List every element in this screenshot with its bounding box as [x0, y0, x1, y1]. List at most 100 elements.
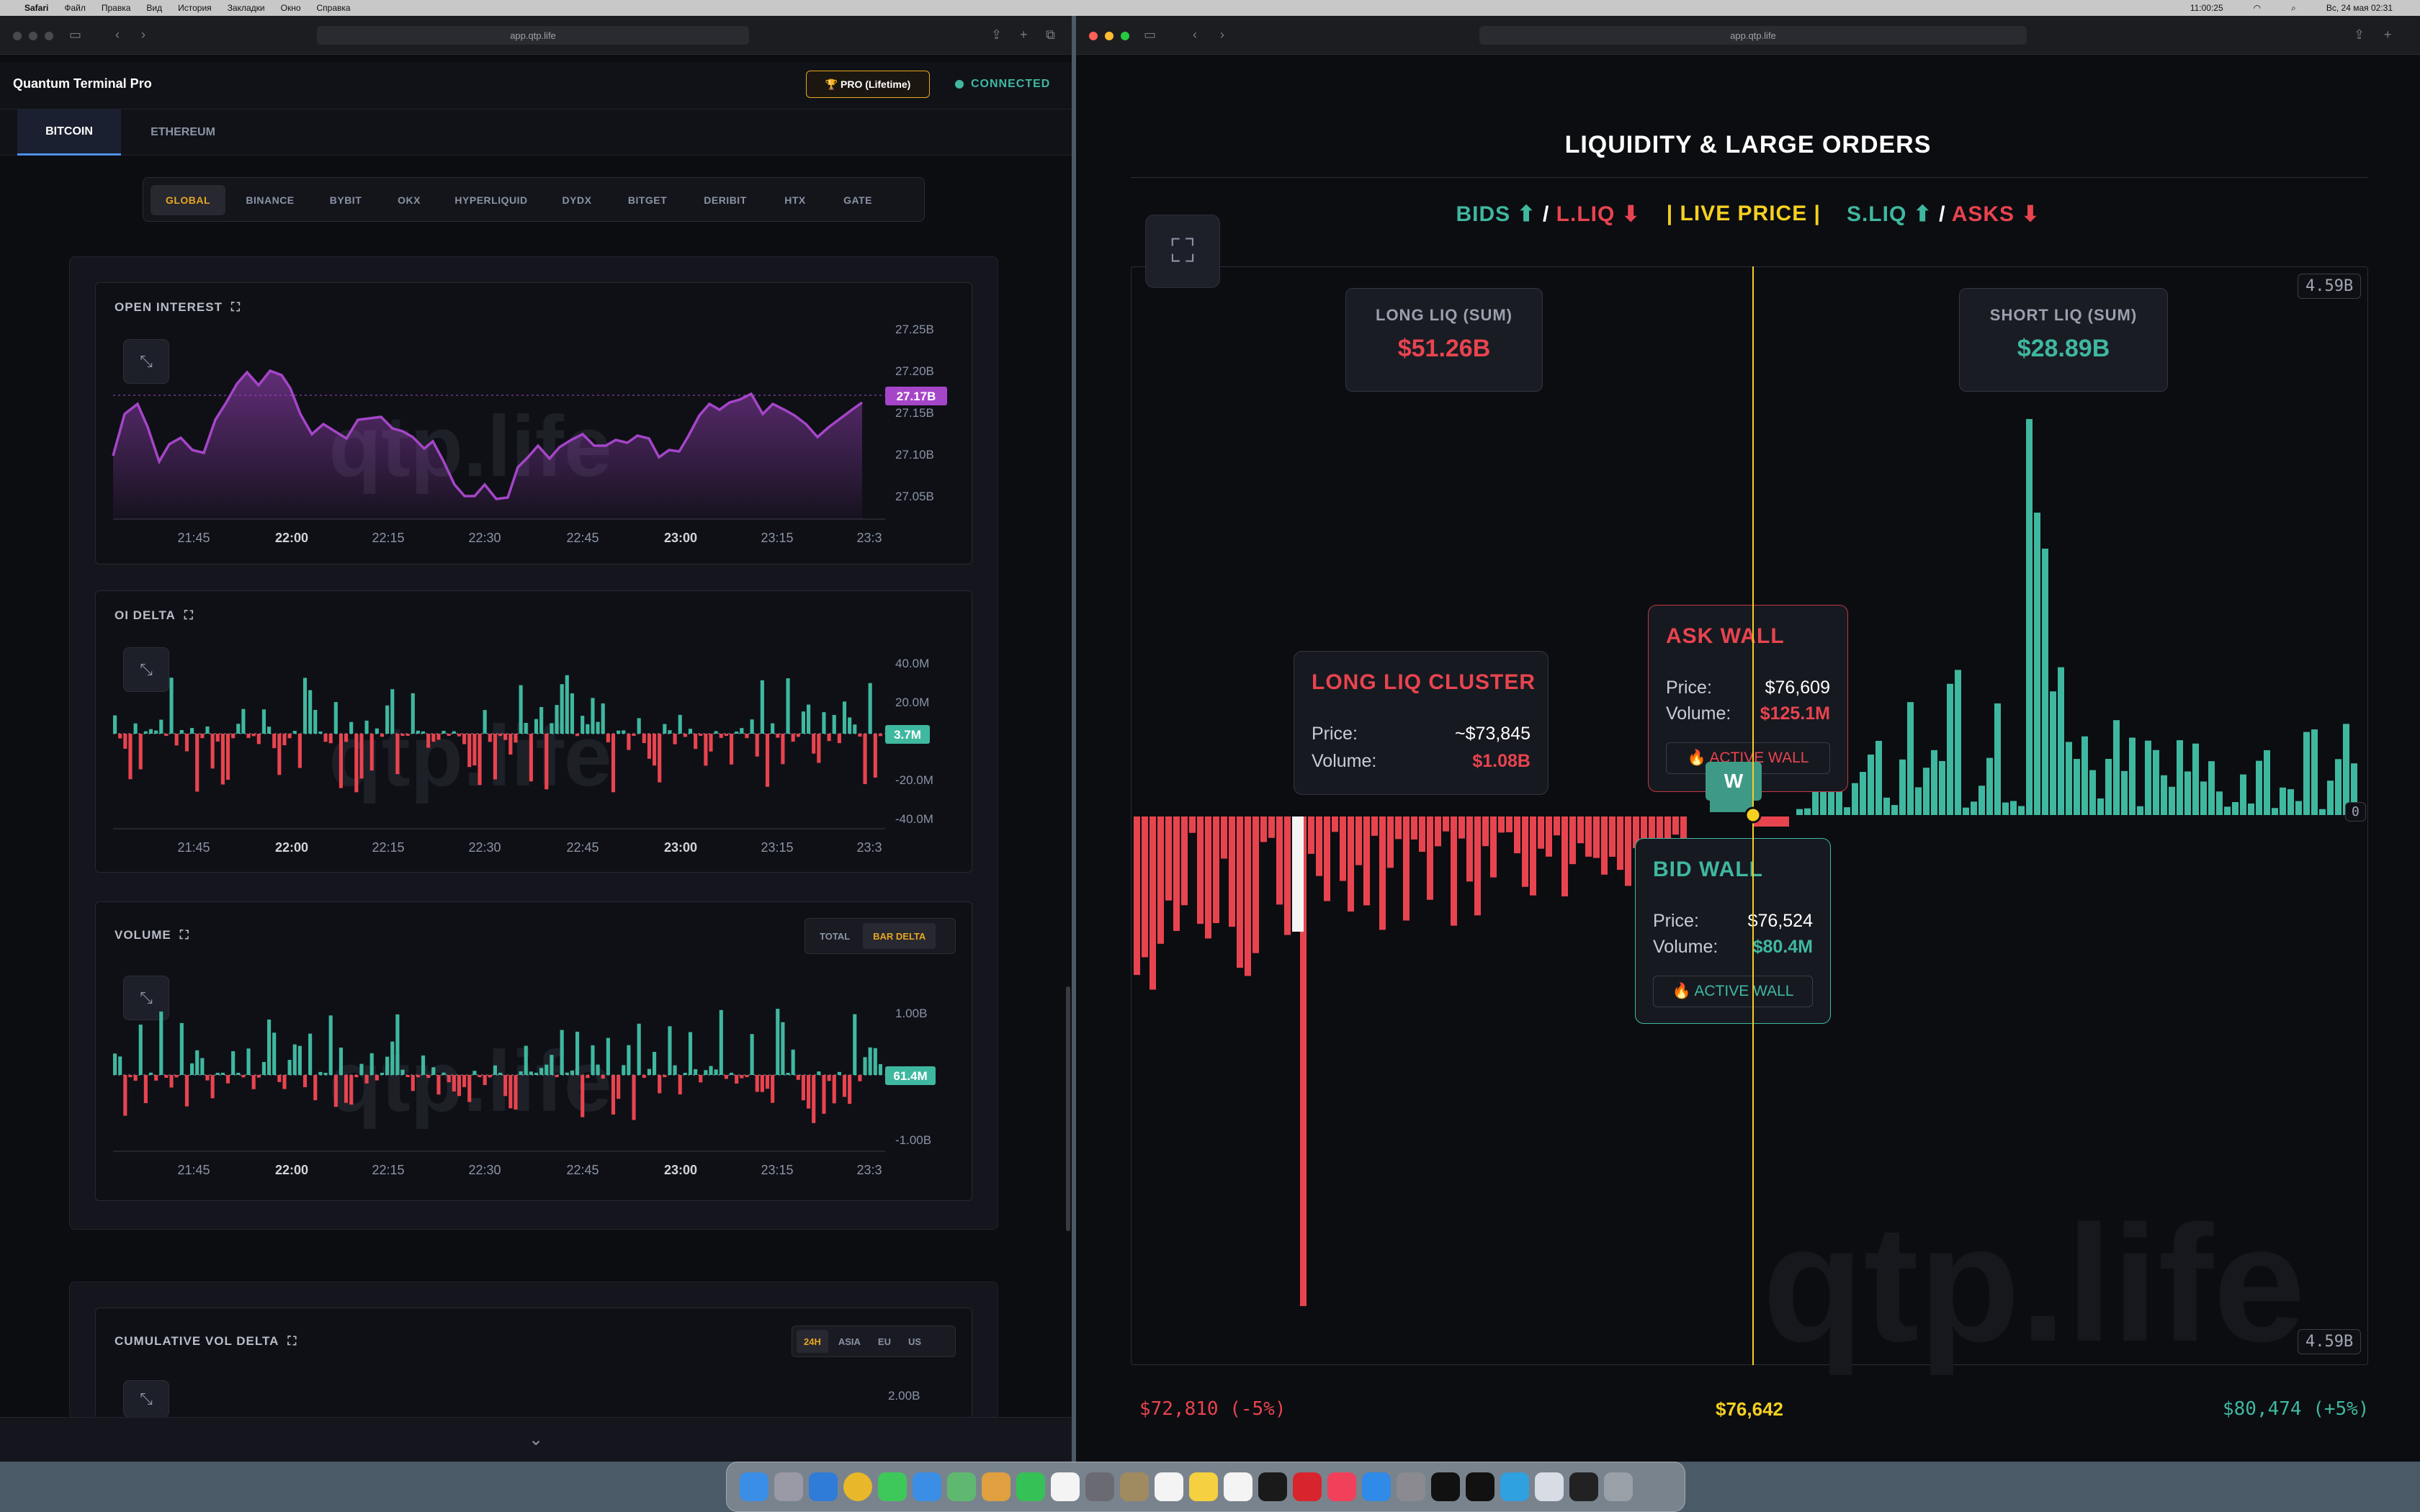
- exchange-okx[interactable]: OKX: [384, 185, 434, 215]
- wall-marker[interactable]: W: [1706, 762, 1762, 801]
- oi-x-tick: 22:45: [566, 531, 599, 545]
- notes-app-icon[interactable]: [1120, 1472, 1149, 1501]
- sidebar-toggle-icon[interactable]: ▭: [1144, 27, 1156, 42]
- oi-y-tick: 27.15B: [895, 406, 934, 420]
- opera-icon[interactable]: [1293, 1472, 1322, 1501]
- liquidity-title: LIQUIDITY & LARGE ORDERS: [1564, 131, 1932, 158]
- music-icon[interactable]: [1327, 1472, 1356, 1501]
- fullscreen-icon[interactable]: ⛶: [180, 928, 189, 942]
- reminders-icon[interactable]: [1155, 1472, 1183, 1501]
- trash-icon[interactable]: [1604, 1472, 1633, 1501]
- sidebar-toggle-icon[interactable]: ▭: [69, 27, 81, 42]
- exchange-bybit[interactable]: BYBIT: [315, 185, 377, 215]
- terminal-icon[interactable]: [1569, 1472, 1598, 1501]
- chart-expand-icon[interactable]: ⤡: [123, 339, 169, 384]
- tabs-overview-icon[interactable]: ⧉: [1046, 27, 1055, 42]
- pro-badge-button[interactable]: 🏆 PRO (Lifetime): [806, 71, 930, 98]
- facetime-icon[interactable]: [1016, 1472, 1045, 1501]
- capcut-icon[interactable]: [1431, 1472, 1460, 1501]
- session-24h[interactable]: 24H: [797, 1330, 828, 1353]
- chart-expand-icon[interactable]: ⤡: [123, 1380, 169, 1418]
- window-controls[interactable]: [1089, 32, 1129, 40]
- wifi-icon[interactable]: ◠: [2254, 3, 2261, 14]
- oi-y-axis: 27.25B 27.20B 27.15B 27.10B 27.05B: [895, 323, 934, 503]
- share-icon[interactable]: ⇪: [991, 27, 1002, 42]
- exchange-deribit[interactable]: DERIBIT: [689, 185, 761, 215]
- menubar-timer[interactable]: 11:00:25: [2190, 3, 2223, 14]
- new-tab-icon[interactable]: +: [2384, 27, 2392, 42]
- exchange-htx[interactable]: HTX: [768, 185, 822, 215]
- tv-icon[interactable]: [1258, 1472, 1287, 1501]
- menu-history[interactable]: История: [178, 3, 212, 13]
- new-tab-icon[interactable]: +: [1020, 27, 1028, 42]
- session-eu[interactable]: EU: [871, 1330, 898, 1353]
- telegram-icon[interactable]: [1500, 1472, 1529, 1501]
- tab-ethereum[interactable]: ETHEREUM: [133, 109, 233, 156]
- menu-view[interactable]: Вид: [146, 3, 162, 13]
- app-store-icon[interactable]: [1362, 1472, 1391, 1501]
- exchange-global[interactable]: GLOBAL: [151, 185, 225, 215]
- vol-x-tick: 22:15: [372, 1163, 404, 1177]
- menu-edit[interactable]: Правка: [102, 3, 131, 13]
- oi-delta-bar: [184, 734, 189, 752]
- address-bar[interactable]: app.qtp.life: [317, 26, 749, 45]
- back-icon[interactable]: ‹: [115, 27, 120, 42]
- messages-icon[interactable]: [878, 1472, 907, 1501]
- scroll-down-button[interactable]: ⌄: [0, 1417, 1072, 1462]
- search-icon[interactable]: ⌕: [2291, 3, 2296, 14]
- menubar-clock[interactable]: Вс, 24 мая 02:31: [2326, 3, 2393, 14]
- finder-icon[interactable]: [740, 1472, 768, 1501]
- exchange-bitget[interactable]: BITGET: [613, 185, 682, 215]
- menu-window[interactable]: Окно: [281, 3, 301, 13]
- calendar-icon[interactable]: [1051, 1472, 1080, 1501]
- volume-mode-total[interactable]: TOTAL: [810, 923, 860, 949]
- session-asia[interactable]: ASIA: [831, 1330, 868, 1353]
- exchange-binance[interactable]: BINANCE: [233, 185, 308, 215]
- oi-delta-bar: [724, 734, 728, 737]
- maps-icon[interactable]: [947, 1472, 976, 1501]
- scrollbar[interactable]: [1066, 986, 1070, 1231]
- fullscreen-icon[interactable]: ⛶: [231, 300, 241, 315]
- mail-icon[interactable]: [913, 1472, 941, 1501]
- screenshot-icon[interactable]: [1085, 1472, 1114, 1501]
- app-icon[interactable]: [1466, 1472, 1494, 1501]
- launchpad-icon[interactable]: [774, 1472, 803, 1501]
- oi-delta-bar: [385, 705, 390, 734]
- share-icon[interactable]: ⇪: [2354, 27, 2365, 42]
- oi-delta-bar: [442, 730, 446, 734]
- volume-bar: [622, 1065, 626, 1075]
- fullscreen-icon[interactable]: ⛶: [184, 608, 194, 623]
- safari-icon[interactable]: [809, 1472, 838, 1501]
- exchange-gate[interactable]: GATE: [829, 185, 887, 215]
- volume-bar: [560, 1030, 564, 1075]
- menu-help[interactable]: Справка: [317, 3, 351, 13]
- tab-bitcoin[interactable]: BITCOIN: [17, 109, 121, 156]
- volume-bar: [539, 1068, 544, 1075]
- window-controls[interactable]: [13, 32, 53, 40]
- chrome-icon[interactable]: [843, 1472, 872, 1501]
- exchange-hyperliquid[interactable]: HYPERLIQUID: [442, 185, 541, 215]
- menu-file[interactable]: Файл: [64, 3, 86, 13]
- notes-icon[interactable]: [1189, 1472, 1218, 1501]
- chart-collapse-icon[interactable]: ⛶: [1145, 215, 1220, 288]
- forward-icon[interactable]: ›: [1220, 27, 1224, 42]
- oi-delta-bar: [128, 734, 133, 780]
- forward-icon[interactable]: ›: [141, 27, 145, 42]
- chart-expand-icon[interactable]: ⤡: [123, 647, 169, 692]
- menu-bookmarks[interactable]: Закладки: [228, 3, 265, 13]
- session-us[interactable]: US: [901, 1330, 928, 1353]
- volume-mode-bar-delta[interactable]: BAR DELTA: [863, 923, 936, 949]
- volume-bar: [462, 1075, 467, 1087]
- freeform-icon[interactable]: [1224, 1472, 1252, 1501]
- settings-icon[interactable]: [1397, 1472, 1425, 1501]
- chevron-down-icon[interactable]: ⌄: [529, 1429, 543, 1450]
- back-icon[interactable]: ‹: [1193, 27, 1197, 42]
- chart-expand-icon[interactable]: ⤡: [123, 976, 169, 1020]
- oi-delta-card: OI DELTA ⛶ ⤡ qtp.life 40.0M 20.0M -20.0M …: [95, 590, 972, 873]
- exchange-dydx[interactable]: DYDX: [548, 185, 606, 215]
- menu-safari[interactable]: Safari: [24, 3, 48, 13]
- address-bar[interactable]: app.qtp.life: [1479, 26, 2027, 45]
- downloads-icon[interactable]: [1535, 1472, 1564, 1501]
- fullscreen-icon[interactable]: ⛶: [287, 1334, 297, 1349]
- photos-icon[interactable]: [982, 1472, 1010, 1501]
